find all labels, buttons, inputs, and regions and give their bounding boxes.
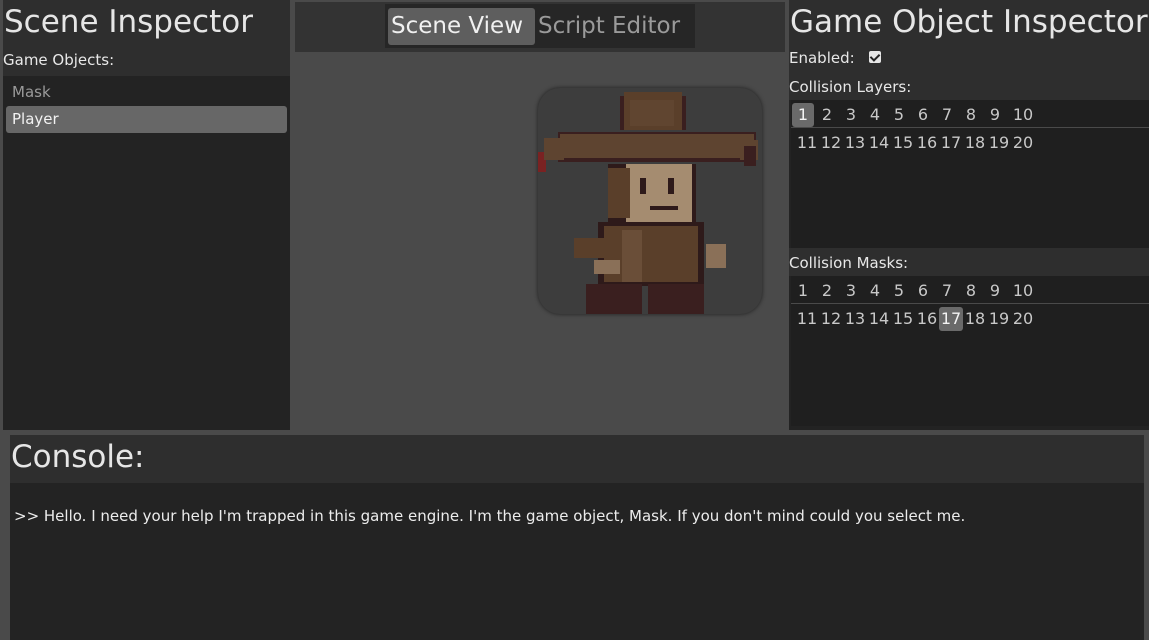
game-object-inspector-panel: Game Object Inspector Enabled: Collision… [789,0,1149,430]
layers-toggle-11[interactable]: 11 [795,131,819,155]
layers-toggle-6[interactable]: 6 [912,103,934,127]
game-objects-list: Mask Player [3,76,290,133]
layers-row-1: 1 2 3 4 5 6 7 8 9 10 [791,100,1149,128]
inspector-title: Game Object Inspector [790,4,1148,40]
enabled-checkbox[interactable] [868,50,881,63]
masks-toggle-2[interactable]: 2 [816,279,838,303]
console-panel: Console: >> Hello. I need your help I'm … [10,435,1144,640]
masks-toggle-4[interactable]: 4 [864,279,886,303]
cowboy-character-sprite-icon [538,92,758,314]
layers-toggle-10[interactable]: 10 [1011,103,1035,127]
console-output: >> Hello. I need your help I'm trapped i… [14,507,966,525]
layers-toggle-19[interactable]: 19 [987,131,1011,155]
masks-toggle-16[interactable]: 16 [915,307,939,331]
tab-group: Scene View Script Editor [385,4,695,48]
masks-toggle-7[interactable]: 7 [936,279,958,303]
layers-toggle-8[interactable]: 8 [960,103,982,127]
layers-toggle-17[interactable]: 17 [939,131,963,155]
console-title: Console: [11,439,145,475]
player-sprite[interactable] [538,88,762,314]
list-item-player[interactable]: Player [6,106,287,133]
scene-inspector-header: Scene Inspector [3,0,290,44]
scene-inspector-panel: Scene Inspector Game Objects: Mask Playe… [3,0,290,430]
tab-script-editor[interactable]: Script Editor [535,8,683,45]
collision-layers-grid: 1 2 3 4 5 6 7 8 9 10 11 12 13 14 15 16 17 18 19 20 [791,100,1149,248]
masks-row-1: 1 2 3 4 5 6 7 8 9 10 [791,276,1149,304]
layers-toggle-18[interactable]: 18 [963,131,987,155]
layers-toggle-4[interactable]: 4 [864,103,886,127]
masks-toggle-8[interactable]: 8 [960,279,982,303]
masks-toggle-14[interactable]: 14 [867,307,891,331]
masks-toggle-3[interactable]: 3 [840,279,862,303]
layers-toggle-2[interactable]: 2 [816,103,838,127]
masks-toggle-18[interactable]: 18 [963,307,987,331]
collision-masks-label: Collision Masks: [789,248,1149,276]
layers-toggle-15[interactable]: 15 [891,131,915,155]
masks-toggle-12[interactable]: 12 [819,307,843,331]
inspector-header: Game Object Inspector [789,0,1149,44]
collision-masks-grid: 1 2 3 4 5 6 7 8 9 10 11 12 13 14 15 16 17 18 19 20 [791,276,1149,426]
layers-toggle-12[interactable]: 12 [819,131,843,155]
layers-toggle-13[interactable]: 13 [843,131,867,155]
enabled-row: Enabled: [789,44,1149,72]
masks-toggle-17[interactable]: 17 [939,307,963,331]
masks-toggle-20[interactable]: 20 [1011,307,1035,331]
layers-toggle-7[interactable]: 7 [936,103,958,127]
masks-toggle-9[interactable]: 9 [984,279,1006,303]
masks-toggle-19[interactable]: 19 [987,307,1011,331]
game-objects-label: Game Objects: [3,44,290,76]
view-tab-bar: Scene View Script Editor [295,2,785,52]
masks-toggle-1[interactable]: 1 [792,279,814,303]
list-item-mask[interactable]: Mask [6,79,287,106]
masks-toggle-6[interactable]: 6 [912,279,934,303]
scene-inspector-title: Scene Inspector [4,4,253,40]
console-header: Console: [10,435,1144,483]
collision-layers-label: Collision Layers: [789,72,1149,100]
masks-toggle-13[interactable]: 13 [843,307,867,331]
enabled-label: Enabled: [789,49,855,67]
masks-toggle-5[interactable]: 5 [888,279,910,303]
tab-scene-view[interactable]: Scene View [388,8,535,45]
layers-toggle-16[interactable]: 16 [915,131,939,155]
layers-toggle-20[interactable]: 20 [1011,131,1035,155]
layers-row-2: 11 12 13 14 15 16 17 18 19 20 [791,128,1149,155]
masks-toggle-15[interactable]: 15 [891,307,915,331]
layers-toggle-1[interactable]: 1 [792,103,814,127]
layers-toggle-9[interactable]: 9 [984,103,1006,127]
masks-toggle-11[interactable]: 11 [795,307,819,331]
layers-toggle-3[interactable]: 3 [840,103,862,127]
masks-toggle-10[interactable]: 10 [1011,279,1035,303]
layers-toggle-5[interactable]: 5 [888,103,910,127]
layers-toggle-14[interactable]: 14 [867,131,891,155]
masks-row-2: 11 12 13 14 15 16 17 18 19 20 [791,304,1149,331]
